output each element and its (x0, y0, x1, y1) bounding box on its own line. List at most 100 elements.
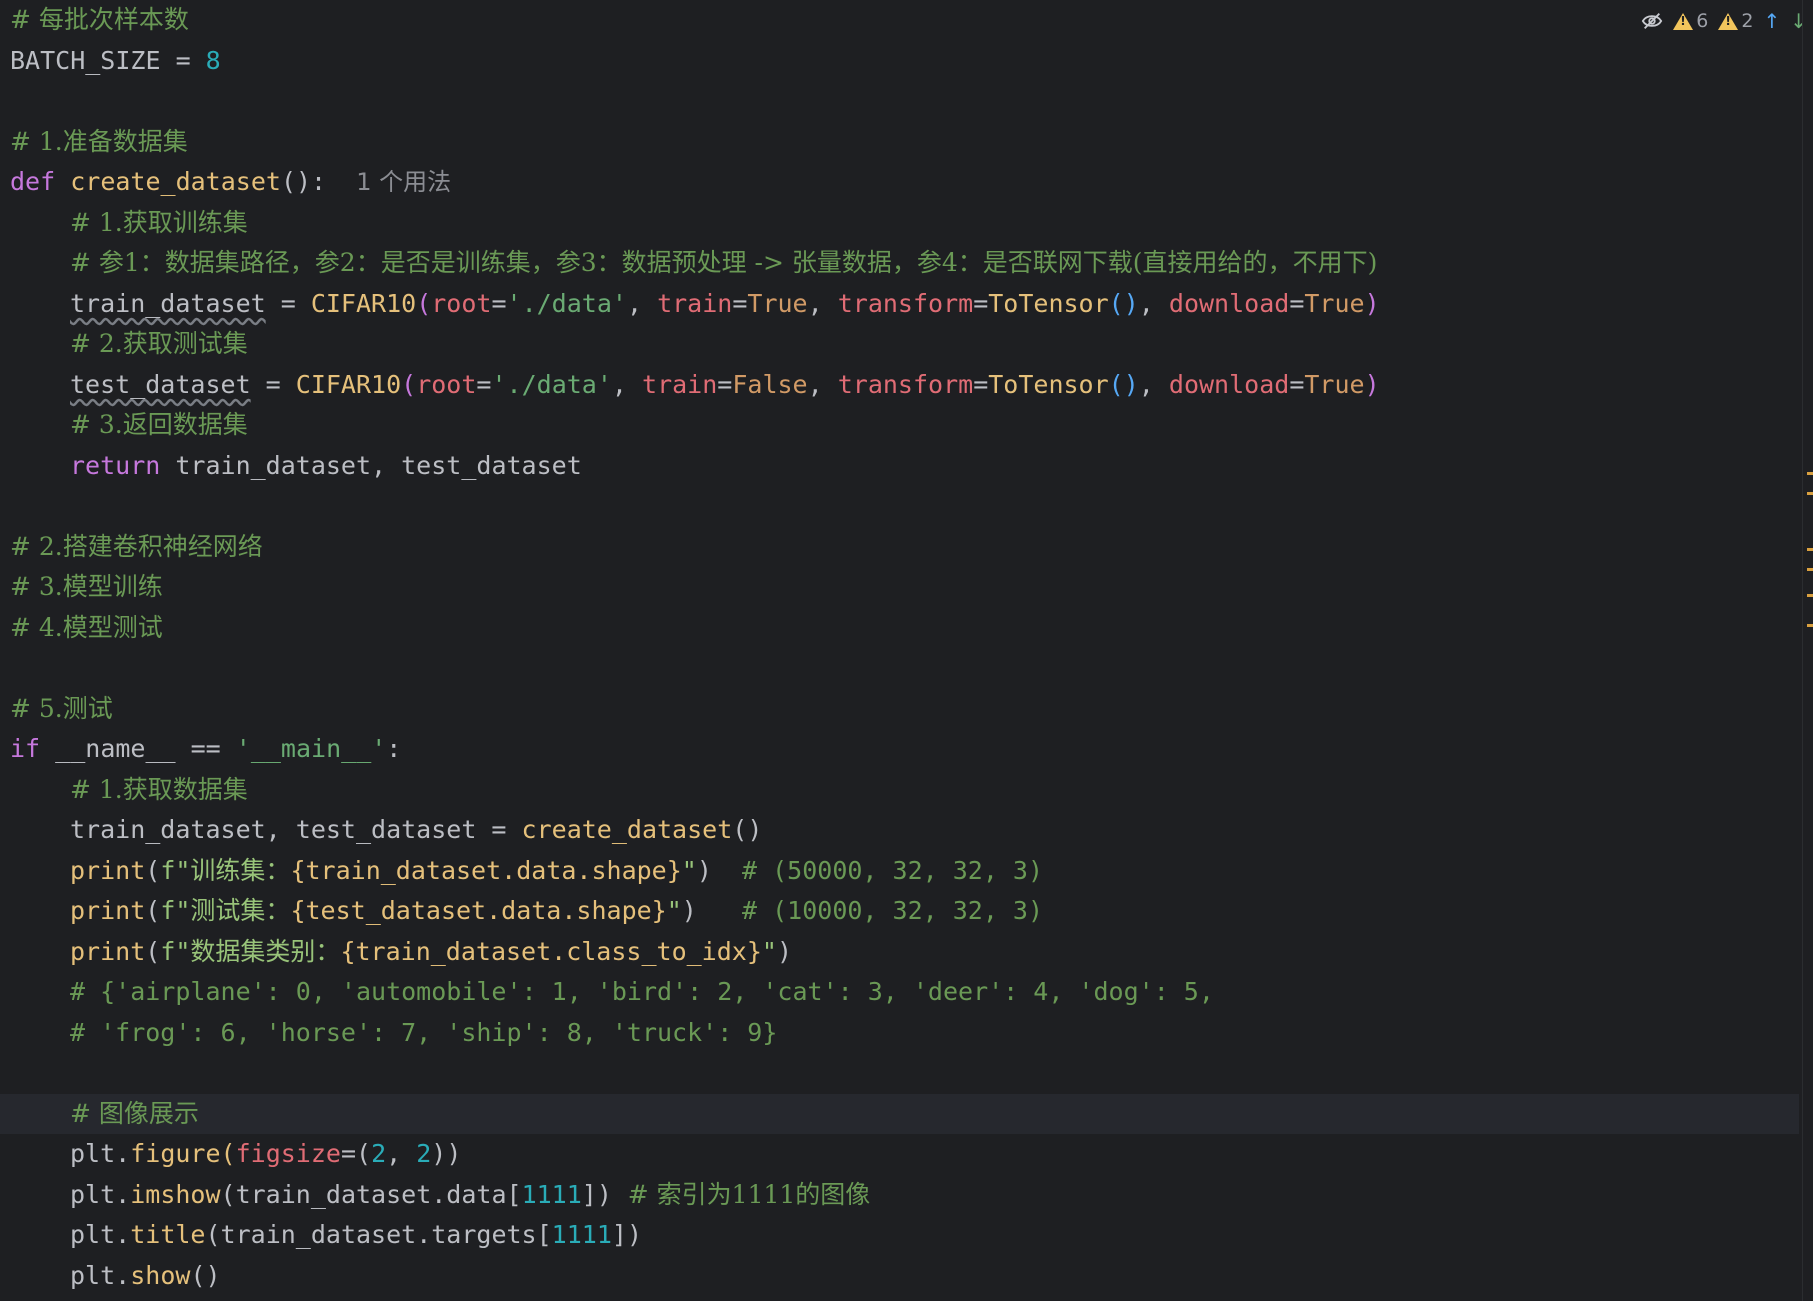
code-line: def create_dataset(): 1 个用法 (10, 162, 1799, 203)
code-line: # 1.获取训练集 (10, 203, 1799, 244)
comment: # 参1：数据集路径，参2：是否是训练集，参3：数据预处理 -> 张量数据，参4… (70, 248, 1378, 277)
number: 2 (371, 1139, 387, 1168)
boolean: True (1304, 288, 1365, 318)
identifier: plt. (70, 1139, 131, 1168)
code-editor[interactable]: 6 2 ↑ ↓ # 每批次样本数 BATCH_SIZE = 8 # 1.准备数据… (0, 0, 1813, 1301)
function-call: title (130, 1220, 206, 1249)
function-call: print (70, 855, 146, 885)
warning-marker[interactable] (1807, 472, 1813, 475)
code-line: # 1.获取数据集 (10, 770, 1799, 811)
function-call: print (70, 936, 146, 966)
boolean: True (1304, 369, 1365, 399)
keyword: def (10, 167, 56, 196)
f-string: " (681, 855, 697, 885)
code-line: train_dataset = CIFAR10(root='./data', t… (10, 284, 1799, 325)
operator: = (250, 369, 296, 399)
bracket: ) (1364, 288, 1380, 318)
code-line: test_dataset = CIFAR10(root='./data', tr… (10, 365, 1799, 406)
operator: = (973, 288, 989, 318)
bracket: ( (145, 896, 161, 925)
param: transform (837, 369, 974, 399)
comment: # 1.准备数据集 (10, 126, 188, 156)
comment: # 图像展示 (70, 1098, 199, 1128)
code-line: # 1.准备数据集 (10, 122, 1799, 163)
bracket: ) (1364, 369, 1380, 399)
comment: # 4.模型测试 (10, 612, 163, 642)
number: 2 (416, 1139, 432, 1168)
identifier: plt. (70, 1220, 131, 1249)
comment: # 3.模型训练 (10, 572, 163, 601)
punctuation: , (626, 288, 658, 318)
punctuation: , (1138, 369, 1169, 399)
number: 1111 (521, 1179, 582, 1209)
comment: # 1.获取训练集 (70, 207, 248, 237)
identifier: plt. (70, 1179, 131, 1209)
function-call: print (70, 896, 146, 925)
code-line-current[interactable]: # 图像展示 (0, 1093, 1799, 1134)
code-line: print(f"数据集类别：{train_dataset.class_to_id… (10, 932, 1799, 973)
code-line: plt.imshow(train_dataset.data[1111]) # 索… (10, 1175, 1799, 1216)
param: train (657, 288, 733, 318)
warning-marker[interactable] (1807, 624, 1813, 627)
punctuation: , (807, 369, 838, 399)
function-call: imshow (130, 1179, 221, 1209)
punctuation: , (807, 288, 838, 318)
class-name: ToTensor (988, 288, 1109, 318)
operator: = (160, 45, 206, 75)
param: download (1168, 369, 1290, 399)
punctuation: , (611, 369, 643, 399)
operator: = (973, 369, 989, 399)
string: './data' (491, 369, 612, 399)
error-stripe[interactable] (1807, 0, 1813, 1301)
class-name: CIFAR10 (295, 369, 402, 399)
identifier: train_dataset, test_dataset = (70, 815, 522, 844)
param: figsize (235, 1139, 341, 1168)
punctuation: , (386, 1139, 417, 1168)
f-string: " (761, 936, 777, 966)
code-line: BATCH_SIZE = 8 (10, 41, 1799, 82)
comment: # 2.获取测试集 (70, 329, 248, 358)
warning-marker[interactable] (1807, 548, 1813, 551)
bracket: ( (401, 369, 417, 399)
bracket: ( (145, 855, 161, 885)
f-string-expression: {train_dataset.class_to_idx} (340, 936, 762, 966)
identifier-warning[interactable]: test_dataset (70, 370, 251, 399)
identifier: (train_dataset.data[ (220, 1179, 522, 1209)
param: root (416, 369, 477, 399)
code-line: # 4.模型测试 (10, 608, 1799, 649)
comment: # (10000, 32, 32, 3) (696, 896, 1044, 925)
param: train (642, 369, 718, 399)
f-string: f"数据集类别： (160, 936, 341, 966)
operator: = (476, 369, 492, 399)
warning-marker[interactable] (1807, 568, 1813, 571)
code-line: # {'airplane': 0, 'automobile': 1, 'bird… (10, 972, 1799, 1013)
operator: = (1289, 369, 1305, 399)
identifier: train_dataset, test_dataset (160, 450, 582, 480)
comment: # {'airplane': 0, 'automobile': 1, 'bird… (70, 977, 1214, 1006)
f-string-expression: {train_dataset.data.shape} (290, 855, 682, 885)
bracket: ]) (611, 1220, 642, 1249)
comment: # (50000, 32, 32, 3) (711, 855, 1044, 885)
usages-hint[interactable]: 1 个用法 (356, 168, 451, 196)
comment: # 索引为1111的图像 (611, 1179, 871, 1209)
bracket: ) (681, 896, 697, 925)
warning-marker[interactable] (1807, 594, 1813, 597)
bracket: ( (220, 1139, 236, 1168)
function-call: create_dataset (521, 815, 733, 844)
f-string: f"训练集： (160, 855, 291, 885)
bracket: () (1108, 288, 1139, 318)
f-string: " (666, 896, 682, 925)
class-name: ToTensor (988, 369, 1109, 399)
function-call: show (130, 1260, 191, 1290)
bracket: () (190, 1260, 221, 1290)
code-line: # 2.搭建卷积神经网络 (10, 527, 1799, 568)
param: transform (837, 288, 974, 318)
boolean: False (732, 369, 808, 399)
comment: # 每批次样本数 (10, 5, 189, 34)
identifier-warning[interactable]: train_dataset (70, 289, 266, 318)
warning-marker[interactable] (1807, 492, 1813, 495)
number: 1111 (551, 1220, 612, 1249)
identifier: (train_dataset.targets[ (205, 1220, 552, 1249)
